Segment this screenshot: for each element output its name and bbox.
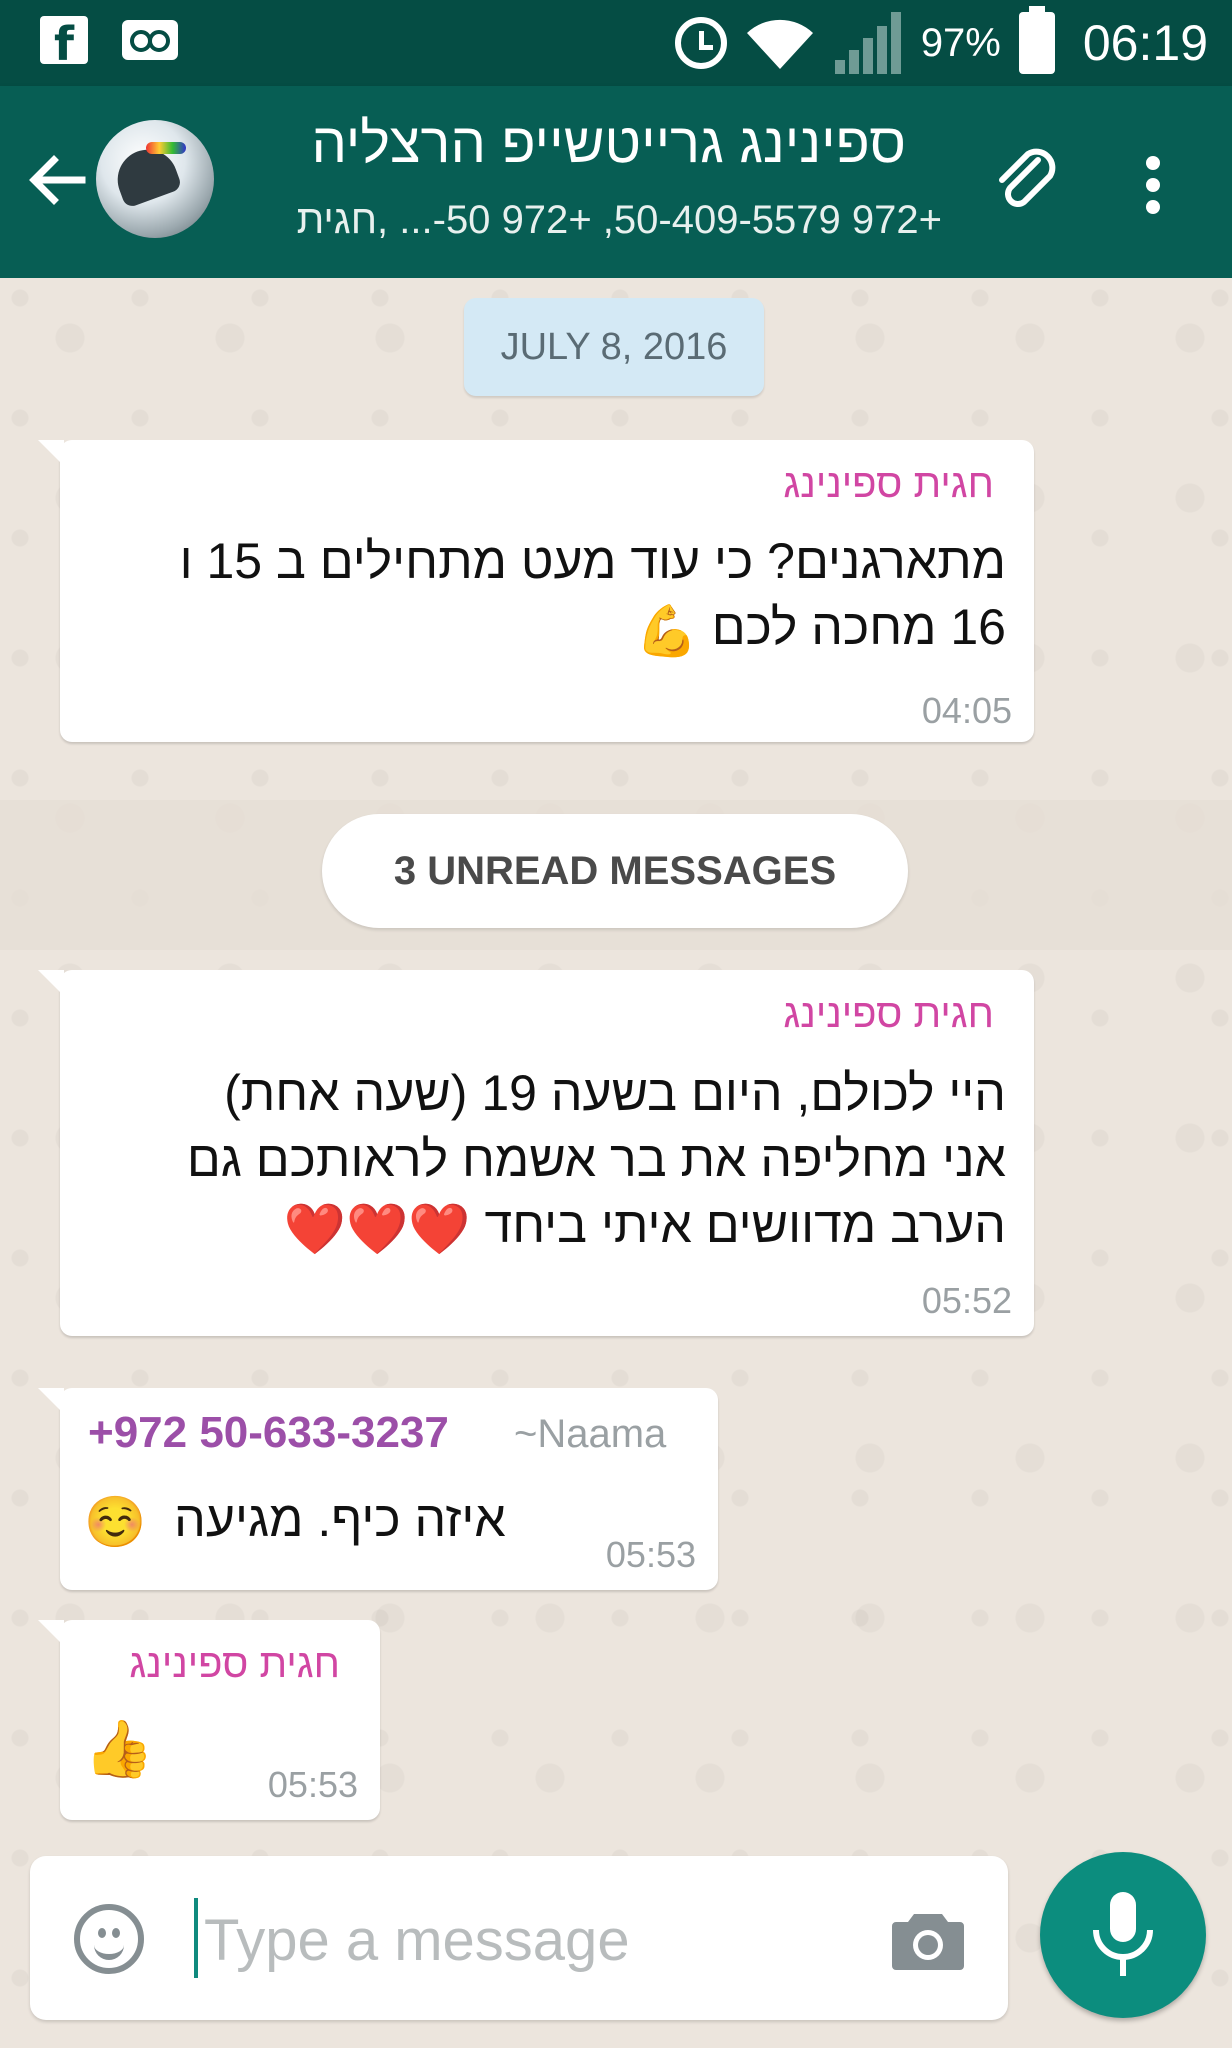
message-time: 05:53 <box>267 1764 358 1805</box>
camera-icon[interactable] <box>892 1908 964 1970</box>
message-line: 16 מחכה לכם 💪 <box>180 594 1006 664</box>
message-line: אני מחליפה את בר אשמח לראותכם גם <box>186 1131 1006 1187</box>
message-line-text: איזה כיף. מגיעה <box>174 1491 506 1547</box>
signal-icon <box>833 10 903 76</box>
group-avatar[interactable] <box>96 120 214 238</box>
wifi-icon <box>745 15 815 71</box>
battery-percent: 97% <box>920 20 1001 65</box>
message-bubble[interactable]: חגית ספינינג מתארגנים? כי עוד מעט מתחילי… <box>38 440 1034 742</box>
status-clock: 06:19 <box>1082 15 1208 71</box>
message-text: היי לכולם, היום בשעה 19 (שעה אחת) אני מח… <box>187 1060 1006 1262</box>
chat-header: ספינינג גרייטשייפ הרצליה +972 50-409-557… <box>0 86 1232 278</box>
back-arrow-icon[interactable] <box>24 148 88 212</box>
message-time: 05:53 <box>605 1534 696 1575</box>
message-time: 04:05 <box>921 690 1012 731</box>
facebook-icon: f <box>40 16 88 64</box>
message-bubble[interactable]: חגית ספינינג היי לכולם, היום בשעה 19 (שע… <box>38 970 1034 1336</box>
chat-title[interactable]: ספינינג גרייטשייפ הרצליה <box>311 110 906 175</box>
voicemail-icon <box>122 20 178 60</box>
message-time: 05:52 <box>921 1280 1012 1321</box>
composer <box>30 1856 1008 2020</box>
sender-name: חגית ספינינג <box>783 462 994 506</box>
message-line: הערב מדוושים איתי ביחד ❤️❤️❤️ <box>187 1192 1006 1262</box>
message-text: ☺️ איזה כיף. מגיעה <box>84 1490 506 1552</box>
paperclip-icon[interactable] <box>986 142 1066 222</box>
message-line: היי לכולם, היום בשעה 19 (שעה אחת) <box>224 1065 1006 1121</box>
text-cursor <box>194 1898 198 1978</box>
sender-name: ~Naama <box>514 1412 667 1456</box>
flexed-biceps-emoji: 💪 <box>635 602 698 659</box>
sender-name: חגית ספינינג <box>783 992 994 1036</box>
message-line-text: הערב מדוושים איתי ביחד <box>484 1197 1006 1253</box>
smiling-face-emoji: ☺️ <box>84 1494 147 1551</box>
status-bar: f 97% 06:19 <box>0 0 1232 86</box>
alarm-icon <box>674 17 727 69</box>
sender-name: חגית ספינינג <box>129 1642 340 1686</box>
emoji-icon[interactable] <box>74 1904 144 1974</box>
more-vert-icon[interactable] <box>1128 150 1178 220</box>
chat-participants[interactable]: +972 50-409-5579, +972 50-... ,חגית <box>297 198 942 243</box>
date-divider: JULY 8, 2016 <box>464 298 764 396</box>
sender-phone[interactable]: +972 50-633-3237 <box>88 1408 449 1458</box>
battery-icon <box>1018 6 1055 74</box>
message-input[interactable] <box>202 1896 866 1984</box>
message-line: מתארגנים? כי עוד מעט מתחילים ב 15 ו <box>179 533 1006 589</box>
unread-messages-divider: 3 UNREAD MESSAGES <box>322 814 908 928</box>
hearts-emoji: ❤️❤️❤️ <box>283 1200 471 1257</box>
message-list[interactable]: JULY 8, 2016 חגית ספינינג מתארגנים? כי ע… <box>0 278 1232 2048</box>
message-text: מתארגנים? כי עוד מעט מתחילים ב 15 ו 16 מ… <box>180 528 1006 664</box>
message-bubble[interactable]: חגית ספינינג 👍 05:53 <box>38 1620 380 1820</box>
message-line-text: 16 מחכה לכם <box>711 599 1006 655</box>
message-bubble[interactable]: +972 50-633-3237 ~Naama ☺️ איזה כיף. מגי… <box>38 1388 718 1590</box>
thumbs-up-emoji: 👍 <box>84 1717 154 1780</box>
mic-icon[interactable] <box>1040 1852 1206 2018</box>
